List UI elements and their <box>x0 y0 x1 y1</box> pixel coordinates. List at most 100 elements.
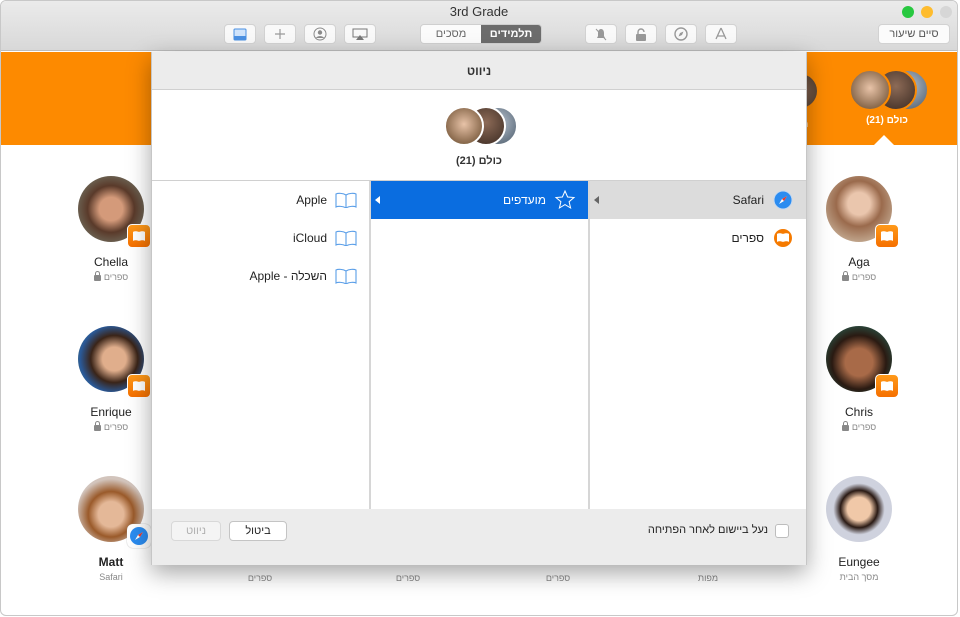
navigate-button[interactable] <box>665 24 697 44</box>
bookmark-item[interactable]: iCloud <box>152 219 369 257</box>
books-icon <box>772 227 794 249</box>
end-class-button[interactable]: סיים שיעור <box>878 24 950 44</box>
navigate-confirm-button[interactable]: ניווט <box>171 521 221 541</box>
inbox-icon <box>233 28 247 41</box>
books-icon <box>133 381 145 391</box>
student-app-label: Safari <box>99 572 123 582</box>
window-title: 3rd Grade <box>449 4 509 19</box>
app-item[interactable]: ספרים <box>590 219 806 257</box>
safari-icon <box>130 527 148 545</box>
tab-students[interactable]: תלמידים <box>481 25 541 43</box>
app-store-icon <box>714 27 728 41</box>
plus-icon <box>274 28 286 40</box>
student-app-label: ספרים <box>103 422 129 432</box>
inbox-button[interactable] <box>224 24 256 44</box>
bookmarks-column: Apple iCloud השכלה - Apple <box>152 181 369 509</box>
app-item[interactable]: Safari <box>590 181 806 219</box>
sheet-title: ניווט <box>152 52 806 90</box>
bookmark-label: Apple <box>296 193 327 207</box>
student-name: Matt <box>98 555 124 569</box>
avatar <box>826 476 892 542</box>
avatar <box>849 69 891 111</box>
student-name: Enrique <box>90 405 132 419</box>
safari-badge <box>127 524 151 548</box>
book-icon <box>335 189 357 211</box>
sheet-target: כולם (21) <box>152 90 806 181</box>
airplay-button[interactable] <box>344 24 376 44</box>
student-app: Safari <box>56 572 166 582</box>
avatar <box>826 176 899 248</box>
app-label: Safari <box>732 193 764 207</box>
add-person-icon <box>313 27 327 41</box>
zoom-window-button[interactable] <box>902 6 914 18</box>
student-app-label: ספרים <box>851 272 877 282</box>
tab-screens[interactable]: מסכים <box>421 25 481 43</box>
title-bar: 3rd Grade מסכים תלמידים סיים שיעור <box>1 1 957 51</box>
student-card[interactable]: Matt Safari <box>56 476 166 582</box>
add-student-button[interactable] <box>304 24 336 44</box>
lock-in-app-checkbox[interactable] <box>775 524 789 538</box>
lock-icon <box>635 27 647 41</box>
mute-button[interactable] <box>585 24 617 44</box>
lock-button[interactable] <box>625 24 657 44</box>
student-name: Eungee <box>838 555 880 569</box>
folders-column: מועדפים <box>371 181 588 509</box>
sheet-footer: נעל ביישום לאחר הפתיחה ביטול ניווט <box>152 509 806 565</box>
student-app: ספרים <box>804 271 914 282</box>
books-badge <box>127 374 151 398</box>
book-icon <box>335 227 357 249</box>
student-card[interactable]: Enrique ספרים <box>56 326 166 432</box>
avatar <box>444 106 484 146</box>
student-app: מפות <box>697 573 719 583</box>
student-name: Chella <box>93 255 129 269</box>
books-badge <box>875 224 899 248</box>
close-window-button[interactable] <box>940 6 952 18</box>
student-app-label: ספרים <box>851 422 877 432</box>
books-badge <box>875 374 899 398</box>
open-app-button[interactable] <box>705 24 737 44</box>
view-segmented-control: מסכים תלמידים <box>420 24 542 44</box>
folder-item[interactable]: מועדפים <box>371 181 588 219</box>
book-icon <box>335 265 357 287</box>
student-card[interactable]: Aga ספרים <box>804 176 914 282</box>
books-badge <box>127 224 151 248</box>
airplay-icon <box>352 28 368 41</box>
lock-icon <box>841 421 849 431</box>
cancel-button[interactable]: ביטול <box>229 521 287 541</box>
group-avatar-stack <box>847 69 929 111</box>
lock-icon <box>841 271 849 281</box>
group-all-label: כולם (21) <box>866 115 908 126</box>
books-icon <box>881 381 893 391</box>
lock-icon <box>93 421 101 431</box>
student-name: Chris <box>844 405 873 419</box>
bookmark-item[interactable]: השכלה - Apple <box>152 257 369 295</box>
target-label: כולם (21) <box>455 155 503 167</box>
student-app: ספרים <box>56 421 166 432</box>
classroom-window: 3rd Grade מסכים תלמידים סיים שיעור כולם … <box>0 0 958 616</box>
avatar <box>78 176 151 248</box>
student-card[interactable]: Chella ספרים <box>56 176 166 282</box>
folder-label: מועדפים <box>503 193 546 207</box>
safari-icon <box>772 189 794 211</box>
mute-icon <box>595 28 607 41</box>
disclosure-arrow-icon <box>375 196 380 204</box>
minimize-window-button[interactable] <box>921 6 933 18</box>
browser-columns: Apple iCloud השכלה - Apple מועדפים Safar… <box>152 181 806 509</box>
bookmark-item[interactable]: Apple <box>152 181 369 219</box>
student-app: ספרים <box>395 573 421 583</box>
student-card[interactable]: Chris ספרים <box>804 326 914 432</box>
safari-icon <box>674 27 688 41</box>
apps-column: Safari ספרים <box>590 181 806 509</box>
books-icon <box>133 231 145 241</box>
group-all[interactable]: כולם (21) <box>847 69 929 126</box>
bookmark-label: iCloud <box>292 231 327 245</box>
target-avatar-stack <box>444 106 524 148</box>
student-card[interactable]: Eungee מסך הבית <box>804 476 914 582</box>
student-app: ספרים <box>804 421 914 432</box>
star-icon <box>554 189 576 211</box>
books-icon <box>881 231 893 241</box>
disclosure-arrow-icon <box>594 196 599 204</box>
avatar <box>78 326 151 398</box>
bookmark-label: השכלה - Apple <box>249 269 327 283</box>
add-button[interactable] <box>264 24 296 44</box>
